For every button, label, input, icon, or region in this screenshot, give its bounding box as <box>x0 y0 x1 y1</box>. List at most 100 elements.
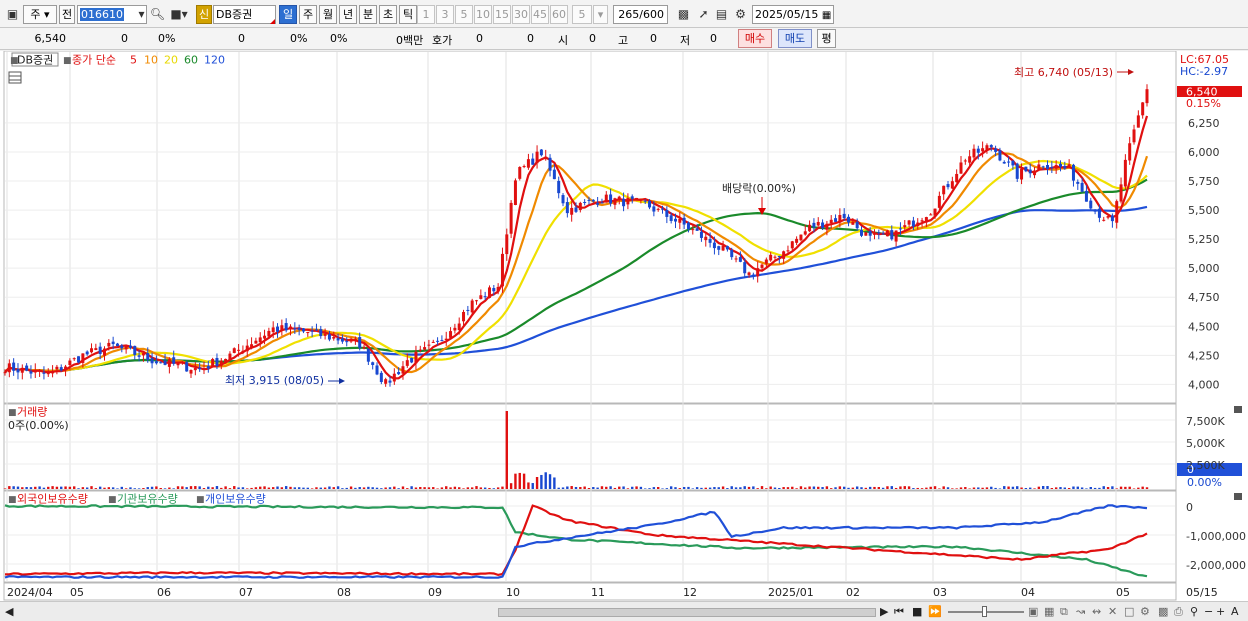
minute-60[interactable]: 60 <box>550 5 568 24</box>
sell-button[interactable]: 매도 <box>778 29 812 48</box>
candle-body <box>829 219 833 224</box>
window-icon[interactable]: □ <box>1124 605 1134 618</box>
candle-body <box>254 340 258 344</box>
cross-icon[interactable]: ✕ <box>1108 605 1117 618</box>
candle-body <box>898 228 902 230</box>
chart-canvas[interactable]: ■ DB증권 ■ 종가 단순 5 10 20 60 120 LC:67.05 H… <box>0 51 1248 601</box>
price-y-tick: 5,250 <box>1188 233 1220 246</box>
candle-body <box>193 367 197 371</box>
volume-bar <box>817 486 820 489</box>
zoom-slider-handle[interactable] <box>982 606 987 617</box>
window-icon[interactable]: ▣ <box>4 6 21 23</box>
volume-bar <box>938 488 941 489</box>
price-y-axis: 6,250 6,000 5,750 5,500 5,250 5,000 4,750 4,500… <box>1188 117 1220 391</box>
scroll-left-icon[interactable]: ◀ <box>5 605 13 618</box>
volume-bar <box>427 487 431 489</box>
chevron-down-icon[interactable]: ▾ <box>593 5 608 24</box>
calendar-icon[interactable]: ▦ <box>822 10 831 21</box>
candle-body <box>1076 181 1080 184</box>
panel-close-icon[interactable] <box>1234 493 1242 500</box>
candle-settings-icon[interactable]: ▩ <box>675 6 692 23</box>
prev-button[interactable]: 전 <box>59 5 75 24</box>
candle-body <box>111 341 115 345</box>
volume-bar <box>721 486 725 489</box>
candle-body <box>708 239 712 243</box>
save-icon[interactable]: ▤ <box>713 6 730 23</box>
minute-3[interactable]: 3 <box>436 5 454 24</box>
volume-bar <box>1076 486 1079 489</box>
volume-bar <box>596 487 599 489</box>
minute-45[interactable]: 45 <box>531 5 549 24</box>
copy-icon[interactable]: ⧉ <box>1060 605 1068 619</box>
print-icon[interactable]: ⎙ <box>1174 605 1183 619</box>
stop-icon[interactable]: ■ <box>912 605 922 618</box>
search-icon[interactable]: 🔍︎ <box>149 6 166 23</box>
volume-bar <box>825 486 829 489</box>
font-size-icon[interactable]: A <box>1231 605 1239 618</box>
layout-icon[interactable]: ▦ <box>1044 605 1054 618</box>
eval-button[interactable]: 평 <box>817 29 836 48</box>
buy-button[interactable]: 매수 <box>738 29 772 48</box>
candle-body <box>29 371 33 374</box>
fast-forward-icon[interactable]: ⏩ <box>928 605 942 618</box>
minute-1[interactable]: 1 <box>417 5 435 24</box>
magnifier-icon[interactable]: ⚲ <box>1190 605 1198 618</box>
candle-body <box>609 194 613 204</box>
volume-bar <box>881 487 885 489</box>
quote-value-1: 0 <box>476 32 483 45</box>
volume-bar <box>64 486 67 489</box>
play-icon[interactable]: ▶ <box>880 605 888 618</box>
candle-body <box>531 158 535 165</box>
date-field[interactable]: 2025/05/15 ▦ <box>752 5 834 24</box>
volume-bar <box>972 487 976 489</box>
volume-bar <box>574 486 578 489</box>
candle-body <box>405 360 409 366</box>
volume-bar <box>289 486 292 489</box>
settings-icon[interactable]: ⚙ <box>1140 605 1150 618</box>
minute-30[interactable]: 30 <box>512 5 530 24</box>
period-type-select[interactable]: 주 ▾ <box>23 5 57 24</box>
table-view-icon[interactable] <box>8 71 22 84</box>
volume-bar <box>808 486 811 489</box>
volume-bar <box>68 486 72 489</box>
line-tool-icon[interactable]: ↝ <box>1076 605 1085 618</box>
volume-bar <box>648 488 651 489</box>
volume-bar <box>981 487 984 489</box>
volume-pct-1: 0% <box>290 32 308 45</box>
period-minute[interactable]: 분 <box>359 5 377 24</box>
zoom-out-icon[interactable]: − <box>1204 605 1213 618</box>
candle-body <box>1050 167 1054 169</box>
period-year[interactable]: 년 <box>339 5 357 24</box>
candle-body <box>297 327 301 330</box>
chart-tools-icon[interactable]: ▣ <box>1028 605 1038 618</box>
candle-body <box>163 360 167 365</box>
speaker-icon[interactable]: ■▾ <box>167 6 191 23</box>
trend-line-icon[interactable]: ➚ <box>695 6 712 23</box>
volume-value: 0 <box>238 32 245 45</box>
period-month[interactable]: 월 <box>319 5 337 24</box>
period-tick[interactable]: 틱 <box>399 5 417 24</box>
image-icon[interactable]: ▩ <box>1158 605 1168 618</box>
horizontal-scrollbar[interactable] <box>498 608 876 617</box>
period-second[interactable]: 초 <box>379 5 397 24</box>
legend-square-icon: ■ <box>108 495 117 505</box>
gear-icon[interactable]: ⚙ <box>732 6 749 23</box>
minute-10[interactable]: 10 <box>474 5 492 24</box>
zoom-in-icon[interactable]: + <box>1216 605 1225 618</box>
custom-minute-input[interactable]: 5 <box>572 5 592 24</box>
chart-area[interactable]: ■ DB증권 ■ 종가 단순 5 10 20 60 120 LC:67.05 H… <box>0 51 1248 601</box>
rewind-icon[interactable]: ⏮ <box>894 605 904 619</box>
candle-body <box>626 197 630 205</box>
volume-bar <box>990 486 993 489</box>
minute-5[interactable]: 5 <box>455 5 473 24</box>
minute-15[interactable]: 15 <box>493 5 511 24</box>
volume-bar <box>635 486 638 489</box>
link-icon[interactable]: ↭ <box>1092 605 1101 618</box>
period-day[interactable]: 일 <box>279 5 297 24</box>
volume-bar <box>202 488 206 489</box>
data-count-input[interactable]: 265/600 <box>613 5 668 24</box>
period-week[interactable]: 주 <box>299 5 317 24</box>
panel-close-icon[interactable] <box>1234 406 1242 413</box>
stock-name-field[interactable]: DB증권 <box>213 5 276 24</box>
chevron-down-icon[interactable]: ▾ <box>133 6 150 23</box>
